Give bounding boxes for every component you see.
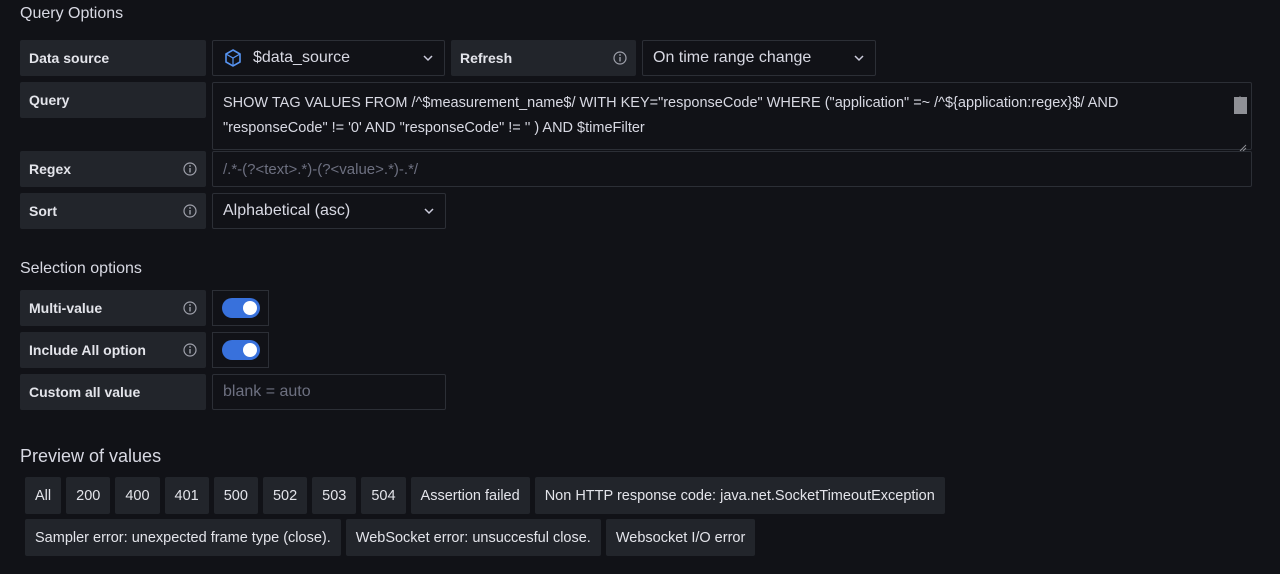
- preview-chip: All: [25, 477, 62, 514]
- custom-all-input[interactable]: blank = auto: [212, 374, 446, 410]
- multi-value-label: Multi-value: [20, 290, 206, 326]
- data-source-select[interactable]: $data_source: [212, 40, 445, 76]
- preview-chip: 401: [164, 477, 209, 514]
- preview-row-1: All 200 400 401 500 502 503 504 Assertio…: [25, 477, 945, 514]
- multi-value-toggle[interactable]: [221, 298, 260, 318]
- query-line-2: "responseCode" != '0' AND "responseCode"…: [223, 120, 645, 136]
- preview-chip: 200: [66, 477, 111, 514]
- info-icon[interactable]: [613, 51, 627, 65]
- include-all-row: Include All option: [20, 332, 269, 368]
- preview-chip: 400: [115, 477, 160, 514]
- database-icon: [223, 48, 243, 68]
- regex-placeholder: /.*-(?<text>.*)-(?<value>.*)-.*/: [223, 160, 419, 178]
- chevron-down-icon: [853, 52, 865, 64]
- preview-chip: 500: [213, 477, 258, 514]
- query-label: Query: [20, 82, 206, 118]
- query-row: Query SHOW TAG VALUES FROM /^$measuremen…: [20, 82, 1252, 152]
- multi-value-row: Multi-value: [20, 290, 269, 326]
- sort-row: Sort Alphabetical (asc): [20, 193, 446, 229]
- query-options-title: Query Options: [20, 5, 124, 22]
- resize-handle-icon[interactable]: [1237, 136, 1247, 152]
- chevron-down-icon: [422, 52, 434, 64]
- include-all-toggle-container: [212, 332, 269, 368]
- data-source-row: Data source $data_source Refresh On time…: [20, 40, 876, 76]
- query-line-1: SHOW TAG VALUES FROM /^$measurement_name…: [223, 95, 1119, 111]
- scrollbar-thumb[interactable]: [1234, 97, 1247, 114]
- toggle-knob: [242, 301, 257, 315]
- refresh-select[interactable]: On time range change: [642, 40, 876, 76]
- refresh-label: Refresh: [451, 40, 636, 76]
- preview-chip: 503: [312, 477, 357, 514]
- sort-value: Alphabetical (asc): [223, 202, 351, 219]
- multi-value-toggle-container: [212, 290, 269, 326]
- custom-all-row: Custom all value blank = auto: [20, 374, 446, 410]
- preview-chip: WebSocket error: unsuccesful close.: [345, 519, 601, 556]
- custom-all-placeholder: blank = auto: [223, 383, 311, 400]
- info-icon[interactable]: [183, 162, 197, 176]
- chevron-down-icon: [423, 205, 435, 217]
- preview-chip: 504: [361, 477, 406, 514]
- query-textarea[interactable]: SHOW TAG VALUES FROM /^$measurement_name…: [212, 82, 1252, 152]
- selection-options-title: Selection options: [20, 260, 142, 277]
- data-source-label: Data source: [20, 40, 206, 76]
- info-icon[interactable]: [183, 204, 197, 218]
- info-icon[interactable]: [183, 301, 197, 315]
- preview-chip: Websocket I/O error: [605, 519, 756, 556]
- data-source-value: $data_source: [253, 49, 350, 66]
- sort-label: Sort: [20, 193, 206, 229]
- include-all-label: Include All option: [20, 332, 206, 368]
- regex-row: Regex /.*-(?<text>.*)-(?<value>.*)-.*/: [20, 151, 1252, 187]
- sort-select[interactable]: Alphabetical (asc): [212, 193, 446, 229]
- info-icon[interactable]: [183, 343, 197, 357]
- preview-title: Preview of values: [20, 446, 162, 466]
- preview-chip: Non HTTP response code: java.net.SocketT…: [534, 477, 945, 514]
- regex-input[interactable]: /.*-(?<text>.*)-(?<value>.*)-.*/: [212, 151, 1252, 187]
- regex-label: Regex: [20, 151, 206, 187]
- preview-row-2: Sampler error: unexpected frame type (cl…: [25, 519, 756, 556]
- refresh-value: On time range change: [653, 49, 812, 66]
- toggle-knob: [242, 343, 257, 357]
- preview-chip: 502: [262, 477, 308, 514]
- preview-chip: Assertion failed: [410, 477, 530, 514]
- custom-all-label: Custom all value: [20, 374, 206, 410]
- scroll-up-icon[interactable]: [1235, 86, 1245, 102]
- preview-chip: Sampler error: unexpected frame type (cl…: [25, 519, 341, 556]
- include-all-toggle[interactable]: [221, 340, 260, 360]
